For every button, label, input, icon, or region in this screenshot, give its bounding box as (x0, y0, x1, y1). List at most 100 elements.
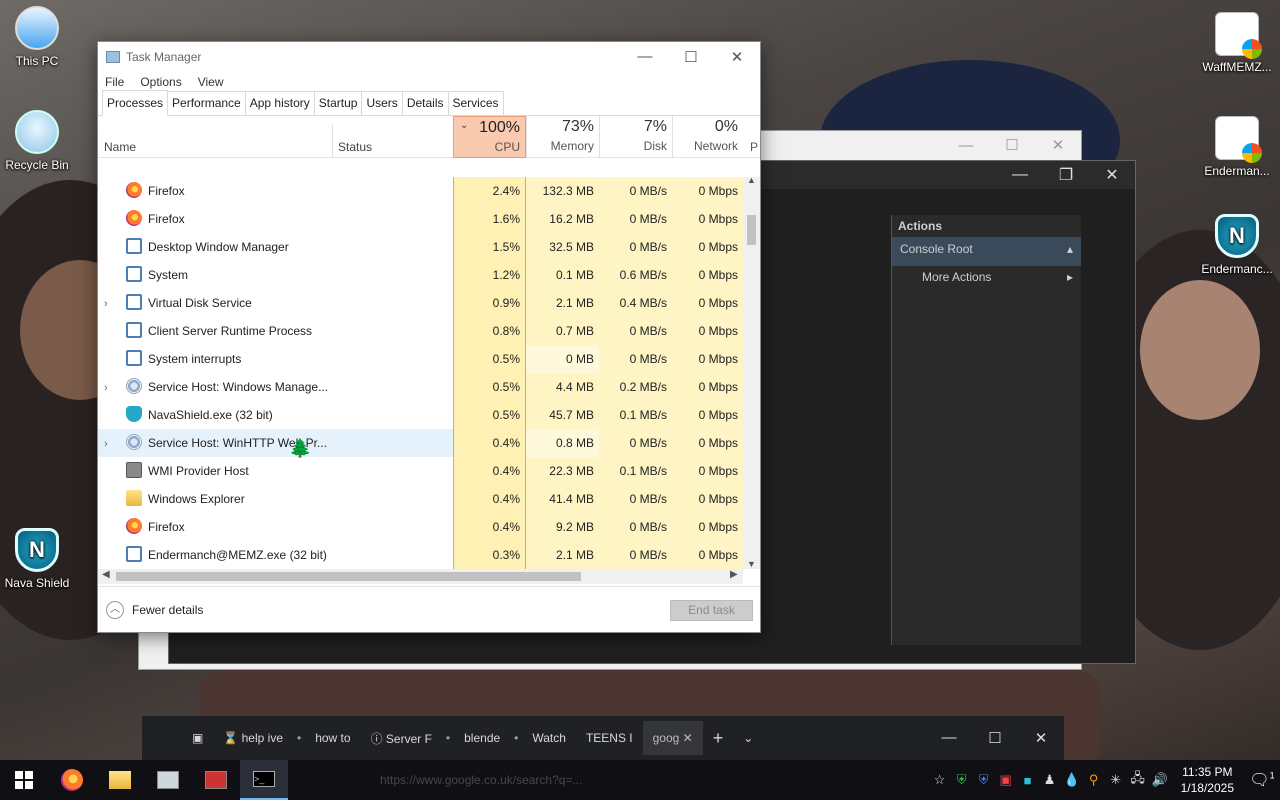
process-row[interactable]: Client Server Runtime Process 0.8% 0.7 MB 0… (98, 317, 760, 345)
minimize-icon[interactable]: — (997, 166, 1043, 184)
clock[interactable]: 11:35 PM 1/18/2025 (1171, 764, 1244, 796)
vertical-scrollbar[interactable]: ▲ ▼ (743, 175, 760, 569)
tab-users[interactable]: Users (361, 91, 403, 115)
minimize-icon[interactable]: — (926, 729, 972, 747)
scroll-up-icon[interactable]: ▲ (747, 175, 756, 185)
maximize-icon[interactable]: ☐ (989, 136, 1035, 154)
browser-tab[interactable]: TEENS I (576, 731, 643, 745)
browser-tab[interactable]: ⌛ help ive (213, 731, 293, 745)
tab-details[interactable]: Details (401, 91, 449, 115)
action-more-actions[interactable]: More Actions ▸ (892, 266, 1081, 294)
browser-tab[interactable]: ⓘ Server F (361, 730, 442, 747)
action-console-root[interactable]: Console Root ▴ (892, 238, 1081, 266)
expand-chevron-icon[interactable]: › (104, 374, 120, 402)
fewer-details-button[interactable]: ︿ Fewer details (106, 601, 203, 619)
notification-icon[interactable]: 🗨1 (1244, 770, 1280, 790)
bluetooth-icon[interactable]: ✳ (1105, 772, 1127, 788)
process-row[interactable]: Endermanch@MEMZ.exe (32 bit) 0.3% 2.1 MB 0 … (98, 541, 760, 569)
menu-file[interactable]: File (105, 75, 124, 89)
scroll-left-icon[interactable]: ◀ (102, 569, 110, 580)
process-row[interactable]: Windows Explorer 0.4% 41.4 MB 0 MB/s 0 Mbps (98, 485, 760, 513)
menu-view[interactable]: View (198, 75, 224, 89)
expand-chevron-icon[interactable]: › (104, 290, 120, 318)
network-icon[interactable]: 🖧 (1127, 769, 1149, 791)
column-disk[interactable]: 7% Disk (599, 116, 672, 158)
maximize-button[interactable]: ☐ (668, 48, 714, 66)
browser-tab[interactable]: blende (454, 731, 510, 745)
column-network[interactable]: 0% Network (672, 116, 743, 158)
minimize-button[interactable]: — (622, 48, 668, 66)
browser-tab[interactable]: how to (305, 731, 360, 745)
process-row[interactable]: Firefox 1.6% 16.2 MB 0 MB/s 0 Mbps (98, 205, 760, 233)
end-task-button[interactable]: End task (670, 600, 753, 621)
window-icon (126, 294, 142, 310)
shield-icon[interactable]: ⛨ (951, 772, 973, 788)
task-manager-window[interactable]: Task Manager — ☐ ✕ File Options View Pro… (97, 41, 761, 633)
column-power[interactable]: P (750, 140, 758, 154)
taskbar-cmd[interactable]: >_ (240, 760, 288, 800)
process-row[interactable]: Firefox 0.4% 9.2 MB 0 MB/s 0 Mbps (98, 513, 760, 541)
desktop-icon-waffmemz[interactable]: WaffMEMZ... (1200, 12, 1274, 74)
shield-icon[interactable]: ⛨ (973, 772, 995, 788)
process-row[interactable]: › Service Host: Windows Manage... 0.5% 4.4 … (98, 373, 760, 401)
column-status[interactable]: Status (338, 140, 372, 154)
desktop-icon-enderman[interactable]: Enderman... (1200, 116, 1274, 178)
maximize-icon[interactable]: ☐ (972, 729, 1018, 747)
close-button[interactable]: ✕ (714, 48, 760, 66)
disk-cell: 0.1 MB/s (599, 401, 672, 429)
menu-options[interactable]: Options (140, 75, 181, 89)
app-icon[interactable]: ▣ (995, 772, 1017, 788)
window-icon (126, 322, 142, 338)
expand-chevron-icon[interactable]: › (104, 430, 120, 458)
title-bar[interactable]: Task Manager — ☐ ✕ (98, 42, 760, 72)
close-icon[interactable]: ✕ (1018, 729, 1064, 747)
new-tab-icon[interactable]: + (703, 728, 734, 749)
column-cpu[interactable]: ⌄ 100% CPU (453, 116, 526, 158)
process-row[interactable]: System 1.2% 0.1 MB 0.6 MB/s 0 Mbps (98, 261, 760, 289)
user-icon[interactable]: ♟ (1039, 772, 1061, 788)
tab-performance[interactable]: Performance (167, 91, 246, 115)
browser-tab[interactable]: Watch (522, 731, 576, 745)
tab-list-icon[interactable]: ▣ (182, 731, 213, 745)
taskbar-explorer[interactable] (96, 760, 144, 800)
tab-startup[interactable]: Startup (313, 91, 363, 115)
taskbar-app[interactable] (144, 760, 192, 800)
scroll-thumb[interactable] (116, 572, 581, 581)
desktop-icon-nava-shield[interactable]: N Nava Shield (0, 528, 74, 590)
volume-icon[interactable]: 🔊 (1149, 772, 1171, 788)
tab-processes[interactable]: Processes (102, 90, 169, 116)
tab-app-history[interactable]: App history (244, 91, 315, 115)
app-icon[interactable]: ■ (1017, 773, 1039, 788)
start-button[interactable] (0, 760, 48, 800)
restore-icon[interactable]: ❐ (1043, 165, 1089, 185)
scroll-down-icon[interactable]: ▼ (747, 559, 756, 569)
taskbar-app[interactable] (192, 760, 240, 800)
tab-services[interactable]: Services (447, 91, 504, 115)
search-icon[interactable]: ⚲ (1083, 772, 1105, 788)
process-row[interactable]: › Virtual Disk Service 0.9% 2.1 MB 0.4 MB/s 0… (98, 289, 760, 317)
taskbar-firefox[interactable] (48, 760, 96, 800)
process-row[interactable]: System interrupts 0.5% 0 MB 0 MB/s 0 Mbps (98, 345, 760, 373)
process-row[interactable]: WMI Provider Host 0.4% 22.3 MB 0.1 MB/s 0 Mb… (98, 457, 760, 485)
minimize-icon[interactable]: — (943, 137, 989, 154)
actions-header: Actions (892, 215, 1081, 238)
process-row[interactable]: Desktop Window Manager 1.5% 32.5 MB 0 MB/s 0… (98, 233, 760, 261)
star-icon[interactable]: ☆ (929, 772, 951, 788)
close-icon[interactable]: ✕ (1089, 165, 1135, 185)
scroll-right-icon[interactable]: ▶ (730, 569, 738, 580)
desktop-icon-recycle-bin[interactable]: Recycle Bin (0, 110, 74, 172)
horizontal-scrollbar[interactable]: ◀ ▶ (98, 569, 743, 584)
column-name[interactable]: Name (104, 140, 136, 154)
process-row[interactable]: NavaShield.exe (32 bit) 0.5% 45.7 MB 0.1 MB… (98, 401, 760, 429)
desktop-icon-this-pc[interactable]: This PC (0, 6, 74, 68)
process-row[interactable]: › Service Host: WinHTTP Web Pr... 0.4% 0.8 … (98, 429, 760, 457)
process-row[interactable]: Firefox 2.4% 132.3 MB 0 MB/s 0 Mbps (98, 177, 760, 205)
column-memory[interactable]: 73% Memory (526, 116, 599, 158)
scroll-thumb[interactable] (747, 215, 756, 245)
chevron-down-icon[interactable]: ⌄ (733, 731, 763, 745)
window-icon (126, 350, 142, 366)
browser-tab-active[interactable]: goog ✕ (642, 721, 703, 755)
drop-icon[interactable]: 💧 (1061, 772, 1083, 788)
desktop-icon-endermanch[interactable]: N Endermanc... (1200, 214, 1274, 276)
close-icon[interactable]: ✕ (1035, 136, 1081, 154)
